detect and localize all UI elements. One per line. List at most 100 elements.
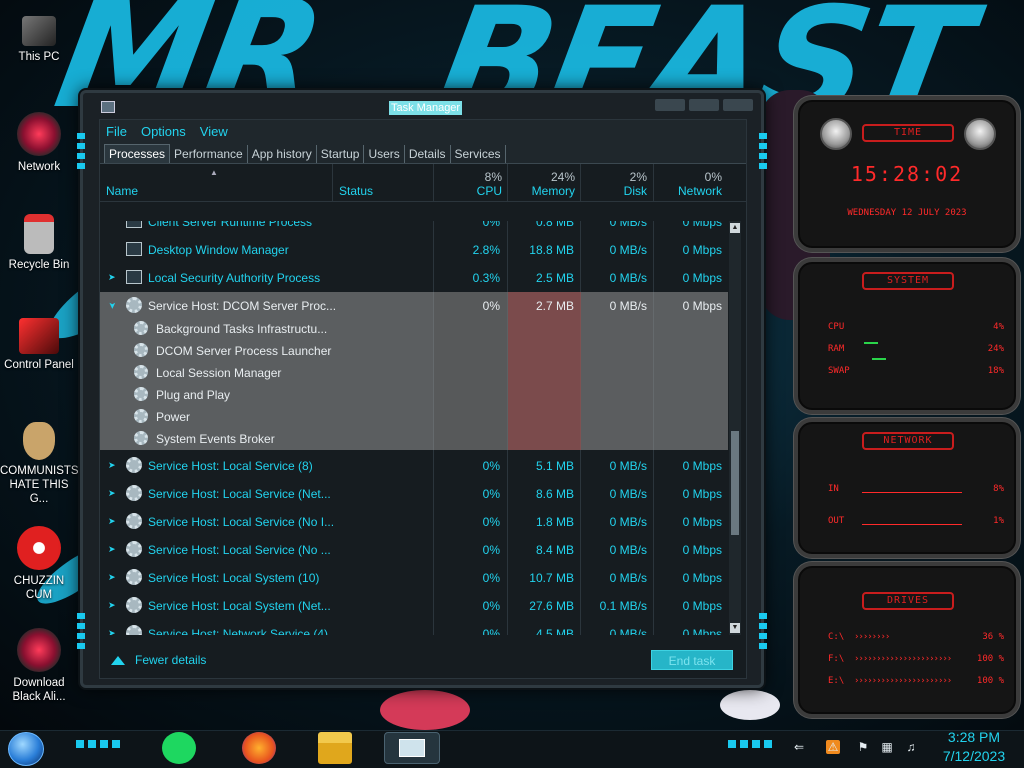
end-task-button[interactable]: End task <box>651 650 733 670</box>
gear-icon <box>134 343 148 357</box>
flag-icon[interactable]: ⚑ <box>856 740 870 754</box>
taskbar-clock[interactable]: 3:28 PM 7/12/2023 <box>934 728 1014 766</box>
column-header-memory[interactable]: 24% Memory <box>508 164 581 202</box>
expand-chevron-icon[interactable]: ➤ <box>108 460 116 471</box>
task-manager-app-icon <box>101 101 115 113</box>
expand-chevron-icon[interactable]: ➤ <box>108 272 116 283</box>
service-item[interactable]: DCOM Server Process Launcher <box>100 340 728 362</box>
start-button[interactable] <box>8 732 44 766</box>
network-tray-icon[interactable]: ▦ <box>880 740 894 754</box>
service-item[interactable]: Background Tasks Infrastructu... <box>100 318 728 340</box>
title-bar[interactable]: Task Manager <box>95 99 753 117</box>
warning-icon[interactable]: ⚠ <box>826 740 840 754</box>
tab-startup[interactable]: Startup <box>317 145 365 163</box>
column-header-name[interactable]: Name <box>100 164 332 202</box>
service-item[interactable]: Local Session Manager <box>100 362 728 384</box>
desktop-icon-label: COMMUNISTS HATE THIS G... <box>0 465 79 505</box>
service-item[interactable]: Plug and Play <box>100 384 728 406</box>
file-explorer-icon[interactable] <box>318 732 352 764</box>
expand-chevron-icon[interactable]: ➤ <box>108 628 116 635</box>
task-manager-window[interactable]: Task Manager File Options View Processes… <box>77 90 767 688</box>
network-label: IN <box>828 484 839 494</box>
process-disk: 0 MB/s <box>609 571 647 585</box>
taskbar-accent <box>728 740 772 748</box>
table-row[interactable]: ➤ Service Host: Local System (Net... 0% … <box>100 592 728 620</box>
network-gadget[interactable]: NETWORK IN 8% OUT 1% <box>794 418 1020 558</box>
gear-icon <box>126 513 142 529</box>
service-item[interactable]: Power <box>100 406 728 428</box>
tab-services[interactable]: Services <box>451 145 506 163</box>
expand-chevron-icon[interactable]: ➤ <box>108 544 116 555</box>
column-header-status[interactable]: Status <box>333 164 433 202</box>
desktop-icon-label: Network <box>17 161 61 173</box>
service-item[interactable]: System Events Broker <box>100 428 728 450</box>
desktop-icon-this-pc[interactable]: This PC <box>0 12 78 64</box>
table-row[interactable]: ➤ Local Security Authority Process 0.3% … <box>100 264 728 292</box>
menu-options[interactable]: Options <box>141 124 186 139</box>
table-row[interactable]: ➤ Service Host: Local Service (Net... 0%… <box>100 480 728 508</box>
desktop-icon-recycle-bin[interactable]: Recycle Bin <box>0 214 78 272</box>
process-disk: 0 MB/s <box>609 515 647 529</box>
desktop-icon-chuzzle[interactable]: CHUZZIN CUM <box>0 526 78 602</box>
chevron-icon[interactable]: ⇐ <box>792 740 806 754</box>
process-network: 0 Mbps <box>682 515 722 529</box>
table-row[interactable]: Desktop Window Manager 2.8% 18.8 MB 0 MB… <box>100 236 728 264</box>
system-gadget[interactable]: SYSTEM CPU 4% RAM 24% SWAP 18% <box>794 258 1020 414</box>
table-row[interactable]: ➤ Service Host: Network Service (4) 0% 4… <box>100 620 728 635</box>
process-disk: 0 MB/s <box>609 459 647 473</box>
column-header-cpu[interactable]: 8% CPU <box>434 164 508 202</box>
maximize-button[interactable] <box>689 99 719 111</box>
expanded-process-group[interactable]: ➤ Service Host: DCOM Server Proc... 0% 2… <box>100 292 728 450</box>
collapse-chevron-icon[interactable]: ➤ <box>106 302 117 310</box>
tab-performance[interactable]: Performance <box>170 145 248 163</box>
network-value: 8% <box>993 484 1004 494</box>
table-row[interactable]: ➤ Service Host: Local System (10) 0% 10.… <box>100 564 728 592</box>
window-title: Task Manager <box>389 101 463 115</box>
desktop-icon-network[interactable]: Network <box>0 112 78 174</box>
task-manager-taskbar-button[interactable] <box>384 732 440 764</box>
close-button[interactable] <box>723 99 753 111</box>
menu-file[interactable]: File <box>106 124 127 139</box>
process-memory: 2.7 MB <box>535 299 574 313</box>
process-cpu: 0% <box>482 515 500 529</box>
minimize-button[interactable] <box>655 99 685 111</box>
time-gadget[interactable]: TIME 15:28:02 WEDNESDAY 12 JULY 2023 <box>794 96 1020 252</box>
process-name: Desktop Window Manager <box>148 243 289 257</box>
scroll-thumb[interactable] <box>731 431 739 535</box>
gear-icon <box>126 625 142 635</box>
network-out-row: OUT 1% <box>828 516 1004 526</box>
expand-chevron-icon[interactable]: ➤ <box>108 516 116 527</box>
column-status-label: Status <box>339 184 374 198</box>
menu-view[interactable]: View <box>200 124 228 139</box>
desktop-icon-control-panel[interactable]: Control Panel <box>0 318 78 372</box>
gear-icon <box>126 569 142 585</box>
column-header-network[interactable]: 0% Network <box>654 164 728 202</box>
drives-gadget[interactable]: DRIVES C:\ ›››››››› 36 % F:\ ›››››››››››… <box>794 562 1020 718</box>
scroll-down-icon[interactable]: ▼ <box>730 623 740 633</box>
vertical-scrollbar[interactable]: ▲ ▼ <box>729 221 741 635</box>
table-row[interactable]: ➤ Service Host: Local Service (No ... 0%… <box>100 536 728 564</box>
tab-processes[interactable]: Processes <box>104 144 171 163</box>
alien-download-icon <box>17 628 61 672</box>
desktop-icon-alien-download[interactable]: Download Black Ali... <box>0 628 78 704</box>
fewer-details-button[interactable]: Fewer details <box>111 653 206 667</box>
expand-chevron-icon[interactable]: ➤ <box>108 572 116 583</box>
table-row[interactable]: ➤ Service Host: Local Service (8) 0% 5.1… <box>100 452 728 480</box>
arrow-up-icon <box>111 656 125 665</box>
column-header-disk[interactable]: 2% Disk <box>581 164 653 202</box>
scroll-up-icon[interactable]: ▲ <box>730 223 740 233</box>
desktop-icon-money-bag[interactable]: COMMUNISTS HATE THIS G... <box>0 422 79 506</box>
expand-chevron-icon[interactable]: ➤ <box>108 488 116 499</box>
table-row[interactable]: Client Server Runtime Process 0% 0.8 MB … <box>100 221 728 236</box>
tab-details[interactable]: Details <box>405 145 451 163</box>
firefox-icon[interactable] <box>242 732 276 764</box>
table-row[interactable]: ➤ Service Host: Local Service (No I... 0… <box>100 508 728 536</box>
tab-app-history[interactable]: App history <box>248 145 317 163</box>
volume-icon[interactable]: ♫ <box>904 740 918 754</box>
tab-users[interactable]: Users <box>364 145 405 163</box>
table-row-group-header[interactable]: ➤ Service Host: DCOM Server Proc... 0% 2… <box>100 292 728 320</box>
drive-label: E:\ <box>828 676 845 686</box>
expand-chevron-icon[interactable]: ➤ <box>108 600 116 611</box>
system-value: 24% <box>987 344 1004 354</box>
spreadsheet-app-icon[interactable] <box>162 732 196 764</box>
